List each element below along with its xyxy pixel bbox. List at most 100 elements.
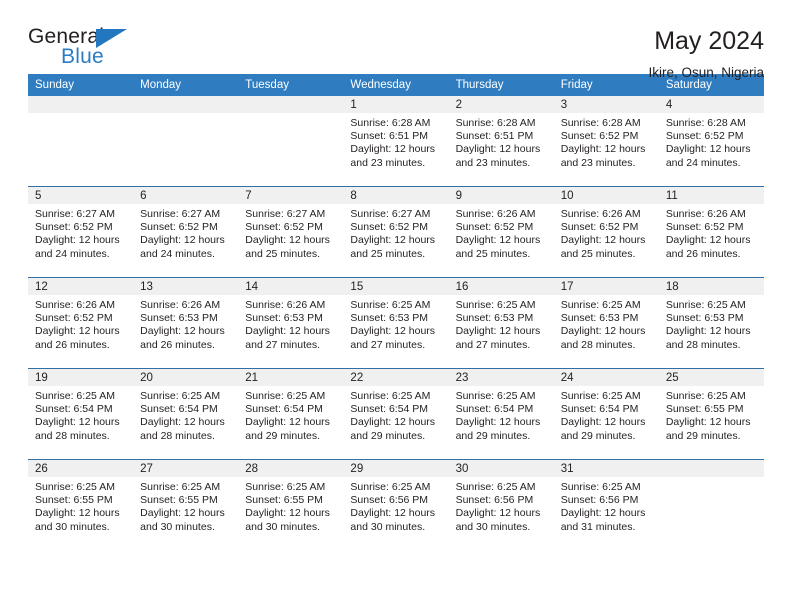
day-cell[interactable]: 7 Sunrise: 6:27 AM Sunset: 6:52 PM Daylight… bbox=[238, 187, 344, 277]
sunrise-time: Sunrise: 6:25 AM bbox=[350, 390, 431, 402]
day-cell[interactable]: 3 Sunrise: 6:28 AM Sunset: 6:52 PM Daylight… bbox=[553, 96, 659, 186]
sunrise-time: Sunrise: 6:26 AM bbox=[665, 208, 746, 220]
daylight-duration-line1: Daylight: 12 hours bbox=[245, 416, 330, 429]
day-cell[interactable]: 22 Sunrise: 6:25 AM Sunset: 6:54 PM Dayligh… bbox=[343, 369, 449, 459]
day-cell[interactable]: 1 Sunrise: 6:28 AM Sunset: 6:51 PM Daylight… bbox=[343, 96, 449, 186]
day-cell[interactable]: 6 Sunrise: 6:27 AM Sunset: 6:52 PM Daylight… bbox=[133, 187, 239, 277]
day-cell[interactable]: 24 Sunrise: 6:25 AM Sunset: 6:54 PM Dayligh… bbox=[553, 369, 659, 459]
daylight-duration-line2: and 26 minutes. bbox=[140, 338, 215, 351]
day-cell[interactable]: 12 Sunrise: 6:26 AM Sunset: 6:52 PM Dayligh… bbox=[28, 278, 134, 368]
daylight-duration-line1: Daylight: 12 hours bbox=[665, 325, 751, 338]
calendar-cell: 14 Sunrise: 6:26 AM Sunset: 6:53 PM Dayligh… bbox=[238, 277, 344, 369]
day-cell[interactable]: 2 Sunrise: 6:28 AM Sunset: 6:51 PM Daylight… bbox=[448, 96, 554, 186]
daylight-duration-line1: Daylight: 12 hours bbox=[665, 416, 751, 429]
sunset-time: Sunset: 6:54 PM bbox=[35, 403, 113, 416]
day-details: Sunrise: 6:26 AM Sunset: 6:53 PM Daylight:… bbox=[133, 295, 238, 352]
day-number: 12 bbox=[28, 278, 134, 295]
day-cell[interactable]: 23 Sunrise: 6:25 AM Sunset: 6:54 PM Dayligh… bbox=[448, 369, 554, 459]
day-cell[interactable]: 4 Sunrise: 6:28 AM Sunset: 6:52 PM Daylight… bbox=[658, 96, 764, 186]
daylight-duration-line2: and 29 minutes. bbox=[455, 429, 531, 442]
daylight-duration-line1: Daylight: 12 hours bbox=[245, 234, 330, 247]
day-cell[interactable]: 28 Sunrise: 6:25 AM Sunset: 6:55 PM Dayligh… bbox=[238, 460, 344, 550]
sunset-time: Sunset: 6:52 PM bbox=[560, 221, 639, 234]
day-cell[interactable]: 29 Sunrise: 6:25 AM Sunset: 6:56 PM Dayligh… bbox=[343, 460, 449, 550]
sunset-time: Sunset: 6:52 PM bbox=[35, 312, 113, 325]
calendar-cell: 24 Sunrise: 6:25 AM Sunset: 6:54 PM Dayligh… bbox=[553, 368, 659, 460]
calendar-cell bbox=[238, 96, 344, 187]
day-number: 15 bbox=[343, 278, 449, 295]
calendar-cell: 7 Sunrise: 6:27 AM Sunset: 6:52 PM Daylight… bbox=[238, 186, 344, 278]
day-details: Sunrise: 6:26 AM Sunset: 6:53 PM Daylight:… bbox=[238, 295, 343, 352]
day-number: 7 bbox=[238, 187, 344, 204]
calendar-cell: 26 Sunrise: 6:25 AM Sunset: 6:55 PM Dayligh… bbox=[28, 460, 134, 551]
calendar-cell: 30 Sunrise: 6:25 AM Sunset: 6:56 PM Dayligh… bbox=[448, 460, 554, 551]
calendar-cell: 18 Sunrise: 6:25 AM Sunset: 6:53 PM Dayligh… bbox=[658, 277, 764, 369]
title-block: May 2024 Ikire, Osun, Nigeria bbox=[648, 26, 764, 79]
sunrise-time: Sunrise: 6:25 AM bbox=[140, 390, 221, 402]
daylight-duration-line1: Daylight: 12 hours bbox=[350, 507, 436, 520]
day-cell[interactable]: 25 Sunrise: 6:25 AM Sunset: 6:55 PM Dayligh… bbox=[658, 369, 764, 459]
day-cell[interactable]: 27 Sunrise: 6:25 AM Sunset: 6:55 PM Dayligh… bbox=[133, 460, 239, 550]
calendar-cell: 15 Sunrise: 6:25 AM Sunset: 6:53 PM Dayligh… bbox=[343, 277, 449, 369]
general-blue-logo[interactable]: General Blue bbox=[28, 26, 148, 74]
daylight-duration-line2: and 27 minutes. bbox=[455, 338, 531, 351]
sunset-time: Sunset: 6:54 PM bbox=[350, 403, 429, 416]
day-cell[interactable]: 31 Sunrise: 6:25 AM Sunset: 6:56 PM Dayligh… bbox=[553, 460, 659, 550]
day-cell[interactable]: 14 Sunrise: 6:26 AM Sunset: 6:53 PM Dayligh… bbox=[238, 278, 344, 368]
day-number: 17 bbox=[553, 278, 659, 295]
day-cell[interactable]: 21 Sunrise: 6:25 AM Sunset: 6:54 PM Dayligh… bbox=[238, 369, 344, 459]
sunrise-time: Sunrise: 6:28 AM bbox=[560, 117, 641, 129]
daylight-duration-line1: Daylight: 12 hours bbox=[140, 234, 225, 247]
day-cell-empty bbox=[658, 460, 764, 550]
day-cell[interactable]: 15 Sunrise: 6:25 AM Sunset: 6:53 PM Dayligh… bbox=[343, 278, 449, 368]
day-details: Sunrise: 6:26 AM Sunset: 6:52 PM Daylight:… bbox=[554, 204, 659, 261]
daylight-duration-line2: and 29 minutes. bbox=[665, 429, 741, 442]
daylight-duration-line1: Daylight: 12 hours bbox=[560, 325, 646, 338]
day-cell[interactable]: 11 Sunrise: 6:26 AM Sunset: 6:52 PM Dayligh… bbox=[658, 187, 764, 277]
day-cell[interactable]: 16 Sunrise: 6:25 AM Sunset: 6:53 PM Dayligh… bbox=[448, 278, 554, 368]
day-cell[interactable]: 13 Sunrise: 6:26 AM Sunset: 6:53 PM Dayligh… bbox=[133, 278, 239, 368]
sunset-time: Sunset: 6:53 PM bbox=[665, 312, 744, 325]
day-number: 29 bbox=[343, 460, 449, 477]
calendar-cell bbox=[658, 460, 764, 551]
daylight-duration-line2: and 29 minutes. bbox=[560, 429, 636, 442]
day-cell[interactable]: 18 Sunrise: 6:25 AM Sunset: 6:53 PM Dayligh… bbox=[658, 278, 764, 368]
day-number: 5 bbox=[28, 187, 134, 204]
sunset-time: Sunset: 6:54 PM bbox=[245, 403, 323, 416]
calendar-cell: 25 Sunrise: 6:25 AM Sunset: 6:55 PM Dayligh… bbox=[658, 368, 764, 460]
sunrise-time: Sunrise: 6:25 AM bbox=[35, 390, 115, 402]
day-cell[interactable]: 8 Sunrise: 6:27 AM Sunset: 6:52 PM Daylight… bbox=[343, 187, 449, 277]
day-number: 21 bbox=[238, 369, 344, 386]
day-number: 24 bbox=[553, 369, 659, 386]
day-cell[interactable]: 30 Sunrise: 6:25 AM Sunset: 6:56 PM Dayligh… bbox=[448, 460, 554, 550]
daylight-duration-line2: and 23 minutes. bbox=[350, 156, 426, 169]
day-cell[interactable]: 19 Sunrise: 6:25 AM Sunset: 6:54 PM Dayligh… bbox=[28, 369, 134, 459]
sunrise-time: Sunrise: 6:25 AM bbox=[455, 481, 536, 493]
day-details: Sunrise: 6:25 AM Sunset: 6:54 PM Daylight:… bbox=[343, 386, 448, 443]
day-cell[interactable]: 10 Sunrise: 6:26 AM Sunset: 6:52 PM Dayligh… bbox=[553, 187, 659, 277]
sunrise-time: Sunrise: 6:25 AM bbox=[350, 299, 431, 311]
daylight-duration-line2: and 28 minutes. bbox=[140, 429, 215, 442]
day-cell[interactable]: 20 Sunrise: 6:25 AM Sunset: 6:54 PM Dayligh… bbox=[133, 369, 239, 459]
day-cell[interactable]: 5 Sunrise: 6:27 AM Sunset: 6:52 PM Daylight… bbox=[28, 187, 134, 277]
daylight-duration-line1: Daylight: 12 hours bbox=[350, 143, 436, 156]
sunrise-time: Sunrise: 6:25 AM bbox=[35, 481, 115, 493]
page-title: May 2024 bbox=[654, 27, 764, 55]
calendar-week-row: 19 Sunrise: 6:25 AM Sunset: 6:54 PM Dayligh… bbox=[28, 368, 764, 460]
day-cell[interactable]: 17 Sunrise: 6:25 AM Sunset: 6:53 PM Dayligh… bbox=[553, 278, 659, 368]
sunset-time: Sunset: 6:52 PM bbox=[140, 221, 218, 234]
sunrise-time: Sunrise: 6:25 AM bbox=[455, 390, 536, 402]
day-number: 18 bbox=[658, 278, 764, 295]
weekday-header-tuesday: Tuesday bbox=[238, 74, 344, 96]
day-details: Sunrise: 6:25 AM Sunset: 6:55 PM Daylight:… bbox=[133, 477, 238, 534]
sunset-time: Sunset: 6:56 PM bbox=[560, 494, 639, 507]
sunset-time: Sunset: 6:56 PM bbox=[455, 494, 534, 507]
daylight-duration-line1: Daylight: 12 hours bbox=[245, 507, 330, 520]
sunset-time: Sunset: 6:54 PM bbox=[140, 403, 218, 416]
weekday-header-thursday: Thursday bbox=[448, 74, 554, 96]
day-cell[interactable]: 9 Sunrise: 6:26 AM Sunset: 6:52 PM Daylight… bbox=[448, 187, 554, 277]
calendar-body: 1 Sunrise: 6:28 AM Sunset: 6:51 PM Daylight… bbox=[28, 96, 764, 550]
day-details: Sunrise: 6:25 AM Sunset: 6:56 PM Daylight:… bbox=[554, 477, 659, 534]
day-cell[interactable]: 26 Sunrise: 6:25 AM Sunset: 6:55 PM Dayligh… bbox=[28, 460, 134, 550]
daylight-duration-line1: Daylight: 12 hours bbox=[560, 416, 646, 429]
